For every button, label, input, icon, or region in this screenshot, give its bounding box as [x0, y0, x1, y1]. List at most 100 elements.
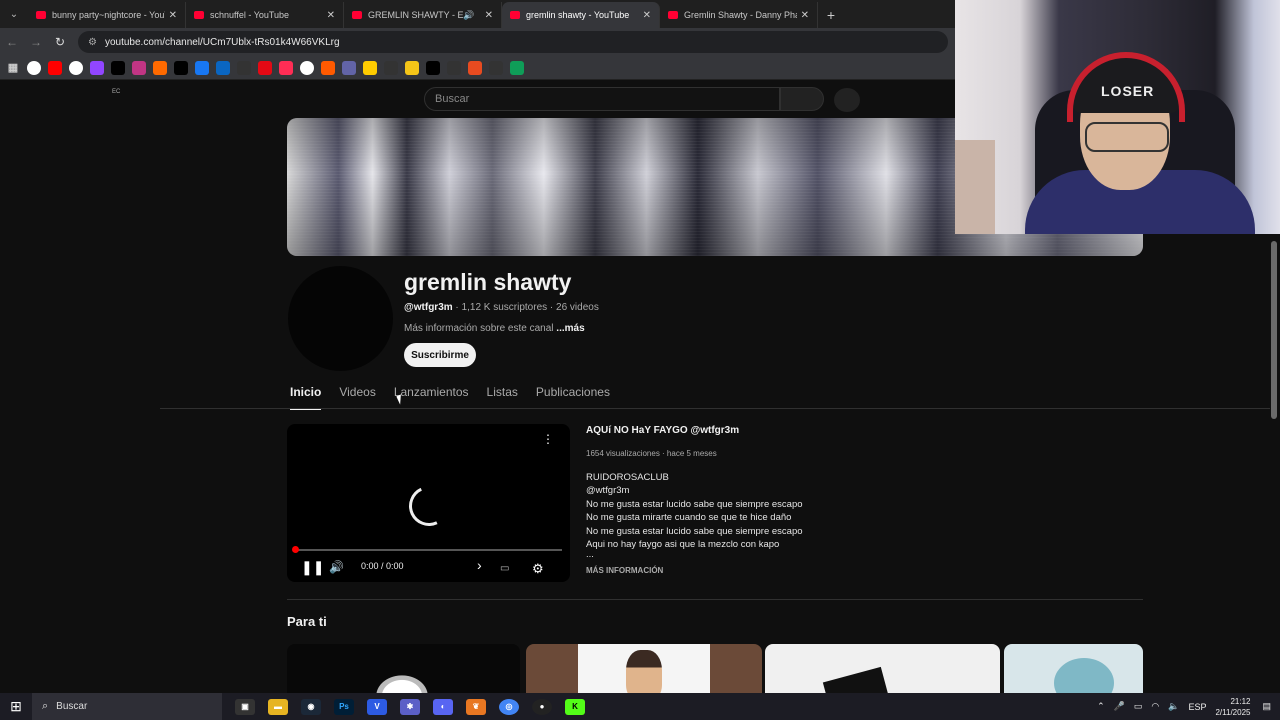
discord-icon[interactable]: ◐ [433, 698, 453, 715]
browser-tab[interactable]: Gremlin Shawty - Danny Phantom ✕ [660, 2, 818, 28]
bookmark-icon[interactable] [153, 60, 167, 75]
video-thumbnail[interactable] [287, 644, 520, 693]
tab-posts[interactable]: Publicaciones [536, 385, 610, 410]
bookmark-icon[interactable] [342, 60, 356, 75]
browser-tab[interactable]: bunny party~nightcore - YouTube ✕ [28, 2, 186, 28]
bookmark-icon[interactable] [174, 60, 188, 75]
bookmark-icon[interactable] [321, 60, 335, 75]
reload-icon[interactable]: ↻ [48, 30, 72, 54]
bookmark-icon[interactable] [132, 60, 146, 75]
bookmark-icon[interactable] [69, 60, 83, 75]
video-player[interactable]: ⋮ ❚❚ 🔊 0:00 / 0:00 › ▭ ⚙ [287, 424, 570, 582]
clock[interactable]: 21:12 2/11/2025 [1215, 696, 1250, 718]
channel-name: gremlin shawty [404, 269, 572, 295]
close-tab-icon[interactable]: ✕ [485, 10, 493, 21]
channel-avatar[interactable] [288, 266, 393, 371]
tab-videos[interactable]: Videos [339, 385, 375, 410]
subtitles-icon[interactable]: ▭ [500, 563, 509, 574]
browser-tab[interactable]: GREMLIN SHAWTY - ESTA N 🔊 ✕ [344, 2, 502, 28]
tray-chevron-icon[interactable]: ⌃ [1097, 701, 1105, 712]
more-info-link[interactable]: MÁS INFORMACIÓN [586, 566, 663, 575]
close-tab-icon[interactable]: ✕ [643, 10, 651, 21]
bookmark-icon[interactable] [279, 60, 293, 75]
bookmark-icon[interactable] [363, 60, 377, 75]
progress-bar[interactable] [292, 546, 562, 553]
pause-icon[interactable]: ❚❚ [301, 559, 324, 576]
channel-description[interactable]: Más información sobre este canal ...más [404, 323, 585, 334]
more-link[interactable]: ...más [556, 323, 584, 334]
tab-releases[interactable]: Lanzamientos [394, 385, 469, 410]
speaker-icon[interactable]: 🔈 [1168, 701, 1179, 712]
browser-tab-active[interactable]: gremlin shawty - YouTube ✕ [502, 2, 660, 28]
network-icon[interactable]: ▭ [1134, 701, 1143, 712]
language-indicator[interactable]: ESP [1188, 702, 1206, 712]
back-icon[interactable]: ← [0, 30, 24, 54]
new-tab-icon[interactable]: + [818, 2, 844, 28]
bookmark-icon[interactable] [195, 60, 209, 75]
browser-tab[interactable]: schnuffel - YouTube ✕ [186, 2, 344, 28]
microphone-icon[interactable]: 🎤 [1114, 701, 1125, 712]
address-bar[interactable]: ⚙ youtube.com/channel/UCm7Ublx-tRs01k4W6… [78, 31, 948, 53]
obs-icon[interactable]: ● [532, 698, 552, 715]
taskbar-search[interactable]: ⌕ Buscar [32, 693, 222, 720]
windows-start-icon[interactable]: ⊞ [0, 693, 32, 720]
clock-date: 2/11/2025 [1215, 707, 1251, 717]
bookmark-icon[interactable] [510, 60, 524, 75]
bookmark-icon[interactable] [258, 60, 272, 75]
chrome-icon[interactable]: ◎ [499, 698, 519, 715]
progress-handle[interactable] [292, 546, 299, 553]
next-icon[interactable]: › [477, 557, 482, 573]
voice-search-button[interactable] [834, 88, 860, 112]
tab-home[interactable]: Inicio [290, 385, 322, 410]
bookmark-icon[interactable] [405, 60, 419, 75]
fl-studio-icon[interactable]: ❦ [466, 698, 486, 715]
photoshop-icon[interactable]: Ps [334, 698, 354, 715]
search-button[interactable] [780, 87, 824, 111]
search-input[interactable]: Buscar [424, 87, 780, 111]
close-tab-icon[interactable]: ✕ [801, 10, 809, 21]
tab-title: schnuffel - YouTube [210, 10, 290, 20]
bookmark-icon[interactable] [111, 60, 125, 75]
close-tab-icon[interactable]: ✕ [327, 10, 335, 21]
settings-gear-icon[interactable]: ⚙ [532, 561, 544, 577]
tab-title: gremlin shawty - YouTube [526, 10, 630, 20]
forward-icon[interactable]: → [24, 30, 48, 54]
bookmark-icon[interactable] [426, 60, 440, 75]
youtube-favicon-icon [668, 11, 678, 19]
bookmark-icon[interactable] [468, 60, 482, 75]
taskbar-search-label: Buscar [56, 701, 88, 712]
site-info-icon[interactable]: ⚙ [88, 37, 97, 48]
video-thumbnail[interactable] [1004, 644, 1143, 693]
bookmark-icon[interactable] [216, 60, 230, 75]
tab-search-icon[interactable]: ⌄ [0, 0, 28, 28]
more-options-icon[interactable]: ⋮ [542, 432, 554, 446]
teams-icon[interactable]: ✱ [400, 698, 420, 715]
video-title[interactable]: AQUí NO HaY FAYGO @wtfgr3m [586, 425, 739, 436]
video-thumbnail[interactable] [765, 644, 1000, 693]
video-thumbnail[interactable] [526, 644, 762, 693]
bookmark-icon[interactable] [27, 60, 41, 75]
tab-playlists[interactable]: Listas [487, 385, 518, 410]
wifi-icon[interactable]: ◠ [1151, 701, 1159, 712]
tab-audio-icon[interactable]: 🔊 [463, 10, 474, 21]
bookmark-icon[interactable] [447, 60, 461, 75]
bookmark-icon[interactable] [489, 60, 503, 75]
bookmark-icon[interactable] [384, 60, 398, 75]
volume-icon[interactable]: 🔊 [329, 560, 344, 574]
bookmark-icon[interactable] [237, 60, 251, 75]
bookmark-icon[interactable] [300, 60, 314, 75]
headset [1067, 52, 1185, 122]
notifications-icon[interactable]: ▤ [1262, 701, 1271, 712]
page-scrollbar[interactable] [1271, 241, 1277, 419]
steam-icon[interactable]: ◉ [301, 698, 321, 715]
apps-grid-icon[interactable]: ▦ [6, 61, 20, 75]
vegas-icon[interactable]: V [367, 698, 387, 715]
file-explorer-icon[interactable]: ▬ [268, 698, 288, 715]
bookmark-icon[interactable] [90, 60, 104, 75]
description-line: @wtfgr3m [586, 485, 630, 497]
app-icon[interactable]: ▣ [235, 698, 255, 715]
subscribe-button[interactable]: Suscribirme [404, 343, 476, 367]
bookmark-icon[interactable] [48, 60, 62, 75]
kick-icon[interactable]: K [565, 698, 585, 715]
close-tab-icon[interactable]: ✕ [169, 10, 177, 21]
